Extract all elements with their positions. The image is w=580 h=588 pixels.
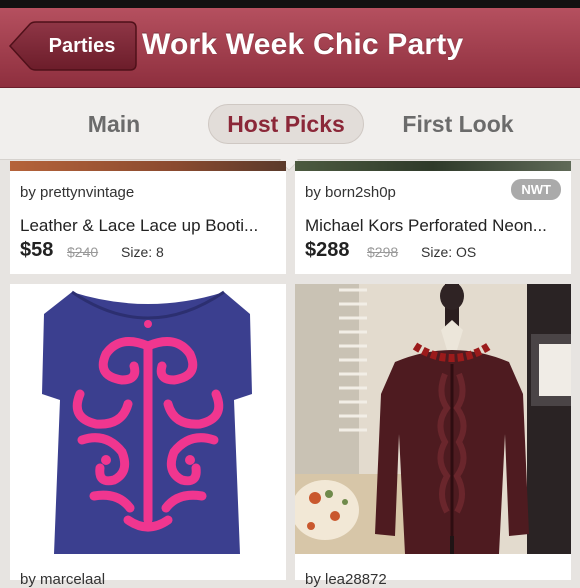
listing-card[interactable]: by prettynvintage Leather & Lace Lace up… — [10, 161, 286, 274]
back-button-wrap[interactable]: Parties — [8, 21, 137, 71]
listing-photo-strip — [10, 161, 286, 171]
listing-photo[interactable] — [10, 284, 286, 554]
tab-main[interactable]: Main — [62, 104, 166, 144]
listing-price: $58 — [20, 239, 54, 261]
listing-price: $288 — [305, 239, 350, 261]
listing-size: Size: OS — [421, 244, 477, 260]
page-title: Work Week Chic Party — [142, 28, 464, 61]
tab-bar: Main Host Picks First Look — [0, 88, 580, 160]
tab-first-look[interactable]: First Look — [390, 104, 526, 144]
listing-photo-strip — [295, 161, 571, 171]
tab-host-picks[interactable]: Host Picks — [208, 104, 364, 144]
purple-top-image — [42, 290, 252, 554]
blouse-image — [295, 284, 571, 554]
status-bar — [0, 0, 580, 8]
listing-seller[interactable]: by prettynvintage — [20, 184, 134, 201]
listing-original-price: $240 — [67, 244, 99, 260]
listing-card[interactable]: by marcelaal — [10, 284, 286, 588]
nwt-badge: NWT — [511, 179, 561, 200]
listing-photo[interactable] — [295, 284, 571, 554]
listing-card[interactable]: by born2sh0p NWT Michael Kors Perforated… — [295, 161, 571, 274]
app-header: Parties Work Week Chic Party — [0, 8, 580, 88]
listing-title[interactable]: Michael Kors Perforated Neon... — [305, 216, 561, 236]
listing-seller[interactable]: by born2sh0p — [305, 184, 396, 201]
listing-size: Size: 8 — [121, 244, 164, 260]
listing-card[interactable]: by lea28872 — [295, 284, 571, 588]
back-button[interactable]: Parties — [32, 22, 132, 70]
listing-title[interactable]: Leather & Lace Lace up Booti... — [20, 216, 276, 236]
listing-original-price: $298 — [367, 244, 399, 260]
